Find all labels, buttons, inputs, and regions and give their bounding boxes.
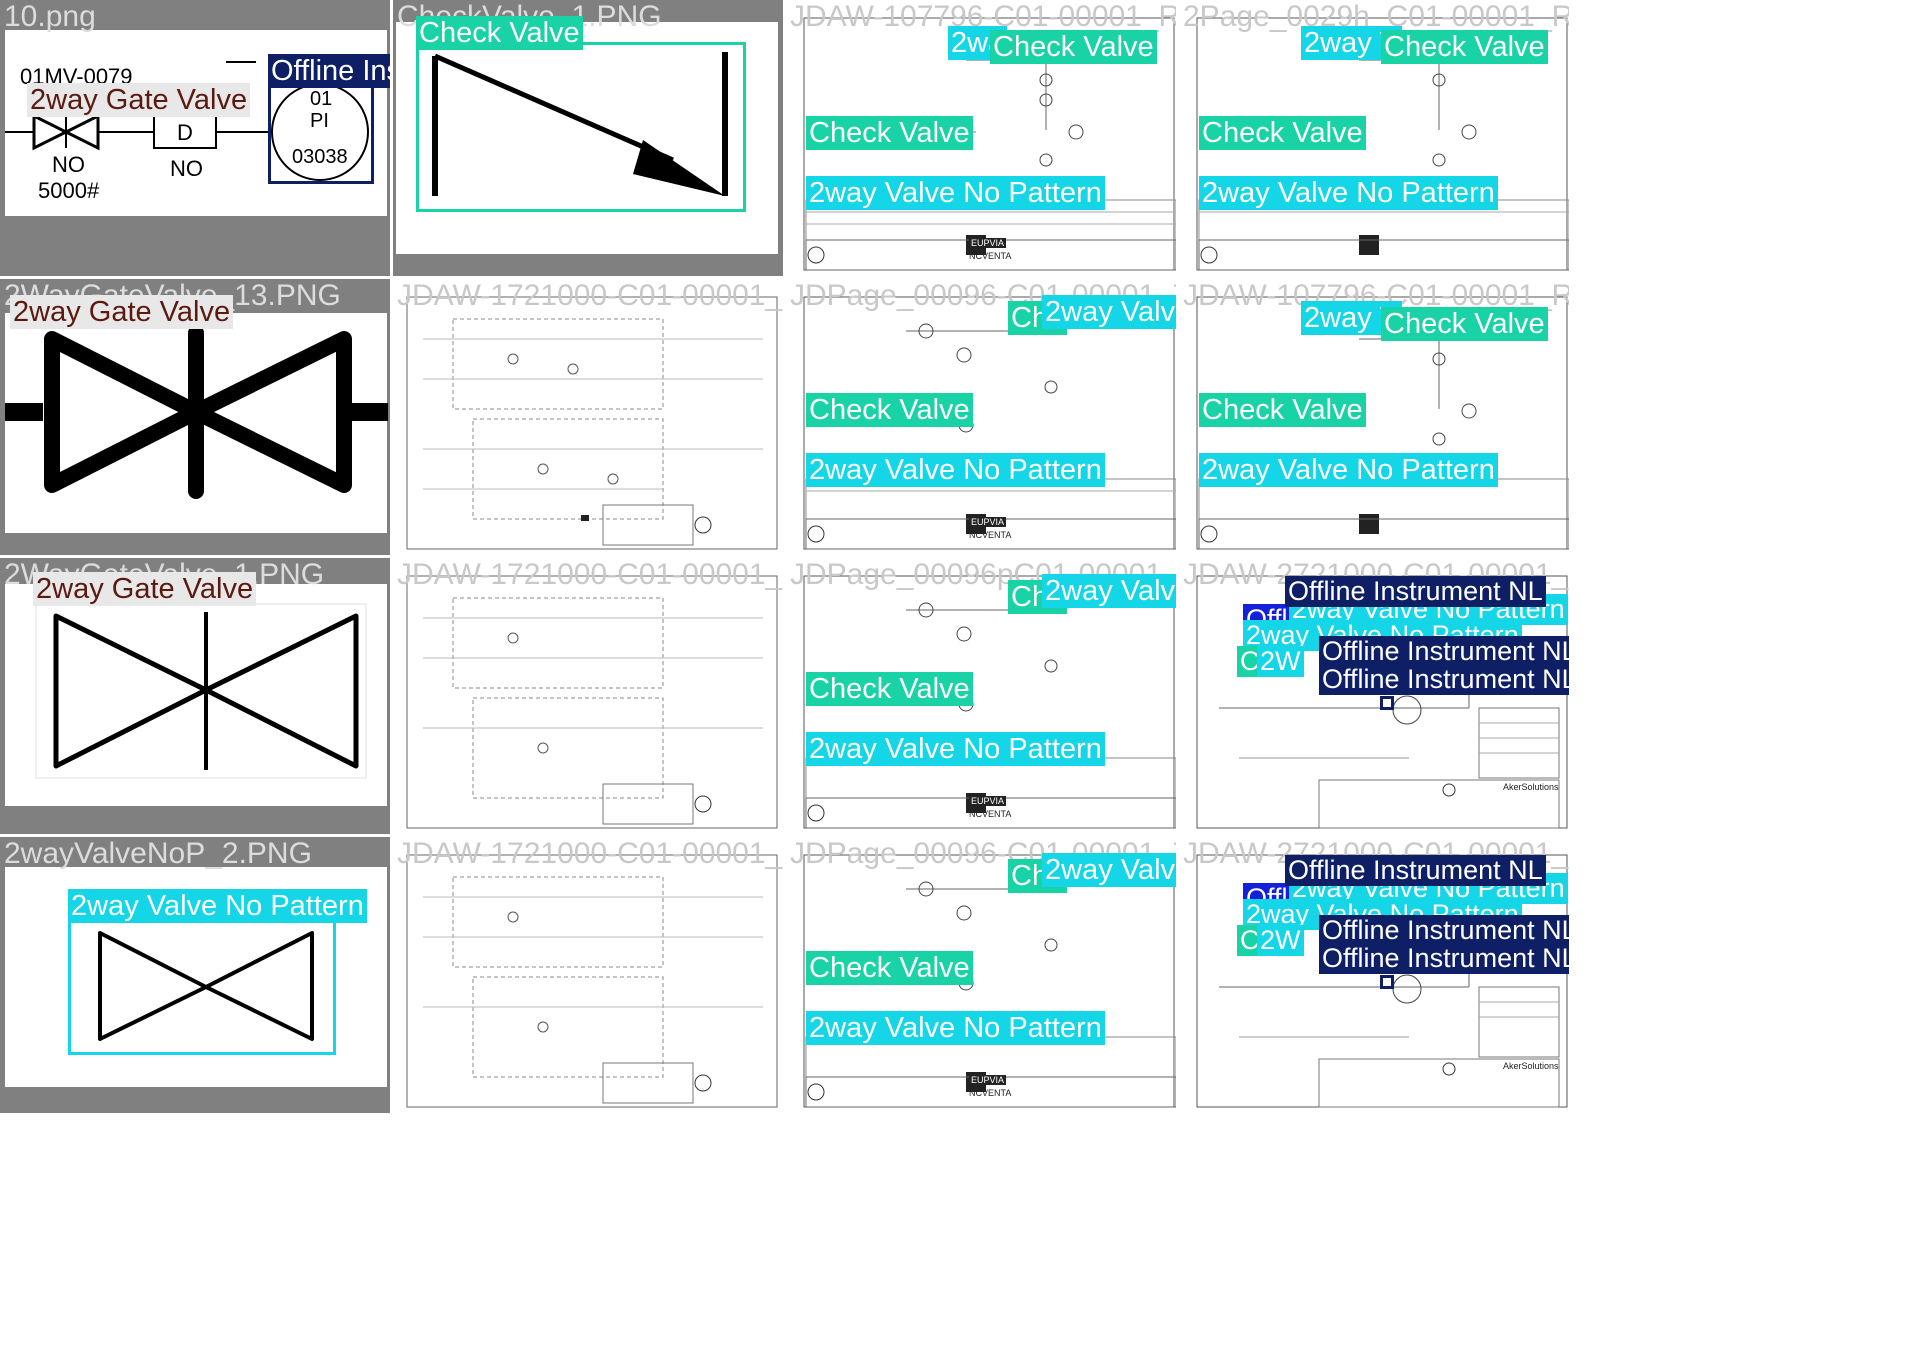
tile-r2c3: AkerSolutions JDAW-2721000-C01-00001_Z01…: [1179, 558, 1569, 834]
detection-label-valve-no-pattern: 2way Valve No Pattern: [68, 889, 367, 923]
detection-label-valve-no-pattern-truncated: 2W: [1257, 925, 1304, 956]
detection-label-offline-instrument: Offline Instrument NL: [1319, 915, 1569, 946]
detection-box-gate-valve: [30, 114, 100, 150]
tile-r2c1: JDAW-1721000-C01-00001_Z01: [393, 558, 783, 834]
tile-r3c2: EUPVIA NCVENTA JDPage_00096-C01-00001_Z0…: [786, 837, 1176, 1113]
full-pid-sheet-drawing: [393, 279, 783, 555]
detection-box-offline-instrument: [1380, 975, 1394, 989]
detection-box-check-valve: [416, 42, 746, 212]
detection-label-valve-no-pattern: 2way Valve No Pattern: [1042, 853, 1176, 887]
tile-r1c1: JDAW-1721000-C01-00001_Z01: [393, 279, 783, 555]
detection-label-check-valve: Check Valve: [806, 951, 973, 985]
detection-label-valve-no-pattern: 2way Valve No Pattern: [806, 732, 1105, 766]
tile-filename: JDAW-1721000-C01-00001_Z01: [397, 558, 783, 591]
detection-label-check-valve: Check Valve: [1199, 116, 1366, 150]
tile-r0c2: EUPVIA NCVENTA JDAW-107796-C01-00001_R05…: [786, 0, 1176, 276]
detection-label-offline-instrument: Offline Instrument NL: [1319, 943, 1569, 974]
detection-label-check-valve: Check Valve: [806, 393, 973, 427]
drain-box-label: D: [177, 120, 193, 145]
tile-filename: JDAW-1721000-C01-00001_Z01: [397, 837, 783, 870]
tile-r0c3: 2Page_0029h_C01-00001_R05 2way V Check V…: [1179, 0, 1569, 276]
tile-r1c0: 2WayGateValve_13.PNG 2way Gate Valve: [0, 279, 390, 555]
detection-label-gate-valve: 2way Gate Valve: [10, 295, 234, 329]
detection-box-valve-no-pattern: [68, 917, 336, 1055]
title-block-company-b: NCVENTA: [969, 251, 1012, 261]
detection-label-check-valve: Check Valve: [806, 672, 973, 706]
tile-r3c1: JDAW-1721000-C01-00001_Z01: [393, 837, 783, 1113]
detection-label-check-valve: Check Valve: [806, 116, 973, 150]
detection-label-check-valve: Check Valve: [1381, 30, 1548, 64]
detection-box-offline-instrument: [1380, 696, 1394, 710]
detection-label-valve-no-pattern: 2way Valve No Pattern: [1042, 295, 1176, 329]
tile-r3c0: 2wayValveNoP_2.PNG 2way Valve No Pattern: [0, 837, 390, 1113]
title-block-company-b: NCVENTA: [969, 530, 1012, 540]
tile-r1c3: JDAW-107796-C01-00001_R05 2way V Check V…: [1179, 279, 1569, 555]
detection-label-valve-no-pattern: 2way Valve No Pattern: [806, 176, 1105, 210]
tile-filename: 10.png: [4, 0, 96, 33]
detection-label-offline-instrument: Offline Instrument NL: [268, 54, 390, 88]
detection-label-check-valve: Check Valve: [1381, 307, 1548, 341]
title-block-company-a: EUPVIA: [969, 238, 1007, 248]
normally-open-label-2: NO: [170, 156, 203, 181]
detection-label-valve-no-pattern: 2way Valve No Pattern: [1042, 574, 1176, 608]
title-block-company-a: EUPVIA: [969, 1075, 1007, 1085]
detection-label-check-valve: Check Valve: [416, 16, 583, 50]
detection-label-gate-valve: 2way Gate Valve: [27, 83, 251, 117]
detection-label-offline-instrument: Offline Instrument NL: [1319, 636, 1569, 667]
detection-label-valve-no-pattern: 2way Valve No Pattern: [806, 453, 1105, 487]
title-block-company-c: AkerSolutions: [1503, 1061, 1559, 1071]
title-block-company-c: AkerSolutions: [1503, 782, 1559, 792]
tile-filename: JDAW-1721000-C01-00001_Z01: [397, 279, 783, 312]
full-pid-sheet-drawing: [393, 558, 783, 834]
full-pid-sheet-drawing: [393, 837, 783, 1113]
title-block-company-a: EUPVIA: [969, 517, 1007, 527]
tile-filename: 2wayValveNoP_2.PNG: [4, 837, 312, 870]
detection-label-check-valve: Check Valve: [990, 30, 1157, 64]
detection-label-valve-no-pattern: 2way Valve No Pattern: [1199, 453, 1498, 487]
title-block-company-b: NCVENTA: [969, 1088, 1012, 1098]
detection-mosaic: 01MV-0079 NO 5000# D NO 01 PI 03038 10.p…: [0, 0, 1920, 1360]
tile-r2c0: 2WayGateValve_1.PNG 2way Gate Valve: [0, 558, 390, 834]
tile-r0c1: CheckValve_1.PNG Check Valve: [393, 0, 783, 276]
tile-r0c0: 01MV-0079 NO 5000# D NO 01 PI 03038 10.p…: [0, 0, 390, 276]
detection-label-offline-instrument: Offline Instrument NL: [1285, 855, 1546, 886]
detection-label-offline-instrument: Offline Instrument NL: [1319, 664, 1569, 695]
detection-box-offline-instrument: [268, 80, 374, 184]
detection-label-valve-no-pattern: 2way Valve No Pattern: [1199, 176, 1498, 210]
detection-label-check-valve: Check Valve: [1199, 393, 1366, 427]
detection-label-valve-no-pattern-truncated: 2W: [1257, 646, 1304, 677]
pressure-rating-label: 5000#: [38, 178, 100, 203]
tile-r1c2: EUPVIA NCVENTA JDPage_00096-C01-00001_Z0…: [786, 279, 1176, 555]
tile-r2c2: EUPVIA NCVENTA JDPage_00096pC01-00001_Z0…: [786, 558, 1176, 834]
tile-r3c3: AkerSolutions JDAW-2721000-C01-00001_Z01…: [1179, 837, 1569, 1113]
title-block-company-a: EUPVIA: [969, 796, 1007, 806]
detection-label-gate-valve: 2way Gate Valve: [33, 572, 257, 606]
normally-open-label: NO: [52, 152, 85, 177]
title-block-company-b: NCVENTA: [969, 809, 1012, 819]
detection-label-offline-instrument: Offline Instrument NL: [1285, 576, 1546, 607]
detection-label-valve-no-pattern: 2way Valve No Pattern: [806, 1011, 1105, 1045]
